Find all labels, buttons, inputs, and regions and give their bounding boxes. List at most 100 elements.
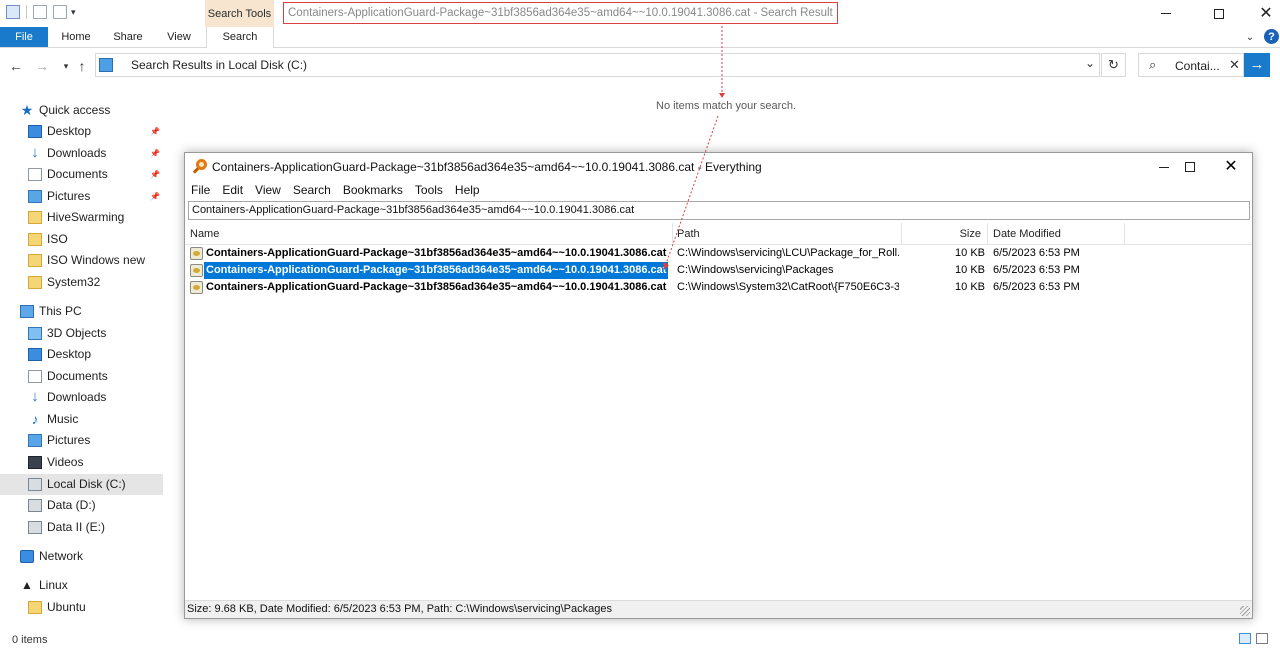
everything-status-bar: Size: 9.68 KB, Date Modified: 6/5/2023 6… [185, 600, 1252, 618]
maximize-icon [1214, 8, 1224, 19]
menu-file[interactable]: File [185, 181, 216, 200]
address-dropdown-icon[interactable]: ⌄ [1085, 56, 1095, 70]
sidebar-item-documents[interactable]: Documents 📌 [0, 164, 163, 185]
everything-close-button[interactable]: ✕ [1210, 153, 1252, 181]
close-button[interactable]: ✕ [1243, 0, 1280, 27]
tab-file[interactable]: File [0, 27, 48, 47]
sidebar-item-ubuntu[interactable]: Ubuntu [0, 597, 163, 618]
column-header-path[interactable]: Path [673, 223, 902, 245]
view-switcher [1239, 633, 1268, 644]
result-date-modified: 6/5/2023 6:53 PM [993, 264, 1080, 276]
up-arrow-icon[interactable]: ↑ [74, 58, 90, 74]
clear-search-icon[interactable]: ✕ [1229, 57, 1240, 73]
pin-icon[interactable]: 📌 [150, 143, 160, 164]
sidebar-item-label: This PC [39, 304, 82, 318]
download-icon: ↓ [31, 144, 39, 161]
menu-edit[interactable]: Edit [216, 181, 249, 200]
menu-bookmarks[interactable]: Bookmarks [337, 181, 409, 200]
sidebar-item-documents[interactable]: Documents [0, 366, 163, 387]
recent-locations-chevron-icon[interactable]: ▾ [58, 61, 74, 72]
menu-search[interactable]: Search [287, 181, 337, 200]
new-folder-icon[interactable] [53, 5, 67, 19]
everything-title-bar: Containers-ApplicationGuard-Package~31bf… [185, 153, 1252, 181]
sidebar-item-pictures[interactable]: Pictures 📌 [0, 186, 163, 207]
sidebar-item-hiveswarming[interactable]: HiveSwarming [0, 207, 163, 228]
pin-icon[interactable]: 📌 [150, 121, 160, 142]
everything-window-title: Containers-ApplicationGuard-Package~31bf… [212, 160, 762, 174]
customize-toolbar-dropdown[interactable]: ▾ [71, 7, 76, 18]
sidebar-item-label: Videos [47, 455, 84, 469]
minimize-button[interactable] [1143, 0, 1189, 27]
maximize-button[interactable] [1196, 0, 1242, 27]
sidebar-item-data-ii-e[interactable]: Data II (E:) [0, 517, 163, 538]
3d-objects-icon [28, 327, 42, 340]
drive-icon [28, 478, 42, 491]
everything-magnifier-icon [192, 159, 208, 174]
tab-home[interactable]: Home [52, 27, 100, 47]
resize-grip-icon[interactable] [1240, 606, 1250, 616]
everything-status-text: Size: 9.68 KB, Date Modified: 6/5/2023 6… [187, 603, 612, 615]
documents-icon [28, 168, 42, 181]
help-icon[interactable]: ? [1264, 29, 1279, 44]
menu-view[interactable]: View [249, 181, 287, 200]
title-bar: ▾ Search Tools Containers-ApplicationGua… [0, 0, 1280, 27]
result-row[interactable]: Containers-ApplicationGuard-Package~31bf… [185, 262, 1252, 279]
sidebar-item-3d-objects[interactable]: 3D Objects [0, 323, 163, 344]
properties-icon[interactable] [33, 5, 47, 19]
videos-icon [28, 456, 42, 469]
sidebar-item-videos[interactable]: Videos [0, 452, 163, 473]
sidebar-item-quick-access[interactable]: ★ Quick access [0, 100, 163, 121]
pin-icon[interactable]: 📌 [150, 186, 160, 207]
search-go-button[interactable]: → [1244, 53, 1270, 77]
sidebar-item-linux[interactable]: ▲ Linux [0, 575, 163, 596]
sidebar-item-local-disk-c[interactable]: Local Disk (C:) [0, 474, 163, 495]
sidebar-item-desktop[interactable]: Desktop 📌 [0, 121, 163, 142]
sidebar-item-iso-windows-new[interactable]: ISO Windows new [0, 250, 163, 271]
sidebar-item-desktop[interactable]: Desktop [0, 344, 163, 365]
address-bar[interactable]: Search Results in Local Disk (C:) ⌄ [95, 53, 1100, 77]
result-row[interactable]: Containers-ApplicationGuard-Package~31bf… [185, 245, 1252, 262]
sidebar-item-data-d[interactable]: Data (D:) [0, 495, 163, 516]
sidebar-item-pictures[interactable]: Pictures [0, 430, 163, 451]
menu-tools[interactable]: Tools [409, 181, 449, 200]
close-icon: ✕ [1224, 158, 1238, 175]
refresh-button[interactable]: ↻ [1101, 53, 1126, 77]
everything-search-input[interactable]: Containers-ApplicationGuard-Package~31bf… [188, 201, 1250, 220]
sidebar-item-label: ISO Windows new [47, 253, 146, 267]
result-row[interactable]: Containers-ApplicationGuard-Package~31bf… [185, 279, 1252, 296]
sidebar-item-music[interactable]: ♪ Music [0, 409, 163, 430]
status-item-count: 0 items [12, 634, 48, 646]
result-date-modified: 6/5/2023 6:53 PM [993, 247, 1080, 259]
details-view-icon[interactable] [1239, 633, 1251, 644]
menu-help[interactable]: Help [449, 181, 486, 200]
column-header-size[interactable]: Size [902, 223, 988, 245]
search-input-value: Contai... [1175, 59, 1220, 73]
sidebar-item-downloads[interactable]: ↓ Downloads 📌 [0, 143, 163, 164]
quick-access-toolbar: ▾ [6, 5, 76, 19]
sidebar-item-iso[interactable]: ISO [0, 229, 163, 250]
pin-icon[interactable]: 📌 [150, 164, 160, 185]
tab-share[interactable]: Share [104, 27, 152, 47]
sidebar-item-this-pc[interactable]: This PC [0, 301, 163, 322]
forward-arrow-icon[interactable]: → [34, 58, 50, 74]
expand-ribbon-chevron-icon[interactable]: ⌄ [1242, 29, 1258, 45]
large-icons-view-icon[interactable] [1256, 633, 1268, 644]
tab-view[interactable]: View [156, 27, 202, 47]
sidebar-item-label: Documents [47, 167, 108, 181]
search-input[interactable]: ⌕ Contai... ✕ [1138, 53, 1244, 77]
tab-search[interactable]: Search [206, 27, 274, 48]
sidebar-item-system32[interactable]: System32 [0, 272, 163, 293]
column-header-name[interactable]: Name [185, 223, 673, 245]
sidebar-item-label: Data II (E:) [47, 520, 106, 534]
back-arrow-icon[interactable]: ← [8, 58, 24, 74]
column-header-date-modified[interactable]: Date Modified [988, 223, 1125, 245]
drive-icon [28, 521, 42, 534]
sidebar-item-network[interactable]: Network [0, 546, 163, 567]
folder-icon [28, 211, 42, 224]
catalog-file-icon [190, 247, 203, 260]
everything-maximize-button[interactable] [1169, 153, 1211, 181]
window-title: Containers-ApplicationGuard-Package~31bf… [283, 2, 838, 24]
network-icon [20, 550, 34, 563]
catalog-file-icon [190, 264, 203, 277]
sidebar-item-downloads[interactable]: ↓ Downloads [0, 387, 163, 408]
